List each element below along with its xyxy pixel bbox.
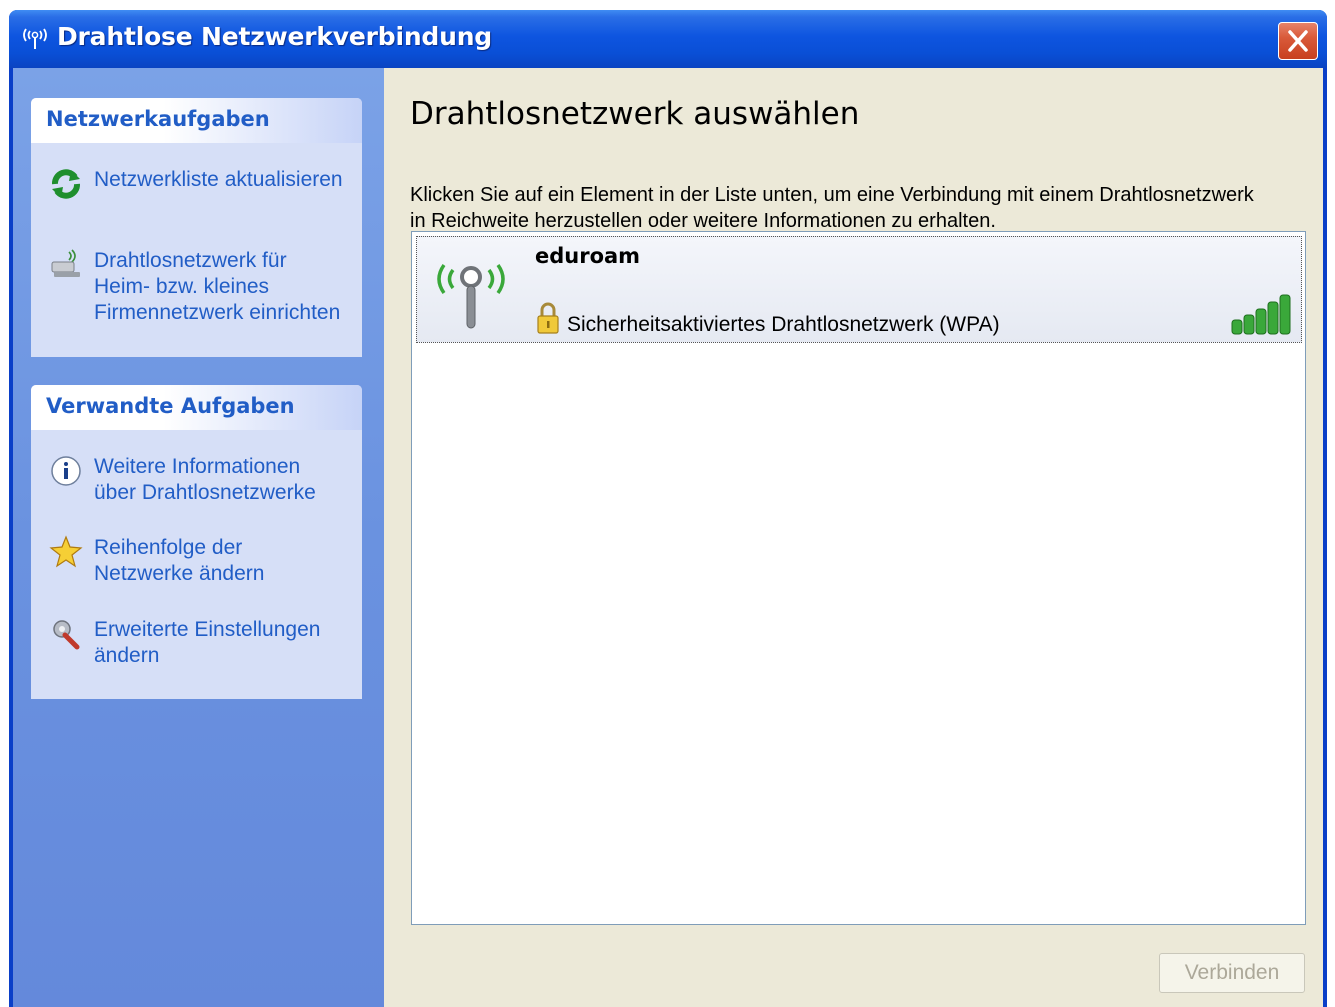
setup-wireless-network-label: Drahtlosnetzwerk für Heim- bzw. kleines … (94, 249, 341, 324)
wireless-network-icon (23, 28, 47, 49)
refresh-network-list-label: Netzwerkliste aktualisieren (94, 168, 343, 191)
close-icon (1288, 30, 1308, 52)
task-sidebar: Netzwerkaufgaben Netzwerkliste aktualisi… (13, 68, 384, 1007)
dialog-window: Drahtlose Netzwerkverbindung Netzwerkauf… (9, 10, 1327, 1007)
page-title: Drahtlosnetzwerk auswählen (410, 96, 860, 132)
wireless-info-label: Weitere Informationen über Drahtlosnetzw… (94, 455, 316, 504)
network-tasks-title: Netzwerkaufgaben (46, 107, 270, 131)
info-icon (51, 456, 81, 486)
refresh-icon (52, 169, 80, 199)
wireless-antenna-icon (437, 263, 505, 329)
network-security-label: Sicherheitsaktiviertes Drahtlosnetzwerk … (567, 313, 1000, 336)
close-button[interactable] (1278, 22, 1318, 60)
instructions-text: Klicken Sie auf ein Element in der Liste… (410, 184, 1254, 232)
connect-button[interactable]: Verbinden (1159, 953, 1305, 993)
network-tasks-header[interactable]: Netzwerkaufgaben (31, 98, 362, 143)
network-tasks-panel: Netzwerkaufgaben Netzwerkliste aktualisi… (31, 98, 362, 357)
related-tasks-title: Verwandte Aufgaben (46, 394, 295, 418)
settings-tools-icon (53, 620, 80, 650)
signal-strength-icon (1231, 294, 1291, 335)
dialog-client-area: Netzwerkaufgaben Netzwerkliste aktualisi… (13, 68, 1323, 1007)
network-list-item[interactable]: eduroam Sicherheitsaktiviertes Drahtlosn… (416, 236, 1302, 343)
lock-icon (537, 302, 559, 334)
related-tasks-header[interactable]: Verwandte Aufgaben (31, 385, 362, 430)
title-bar[interactable]: Drahtlose Netzwerkverbindung (9, 10, 1327, 68)
wireless-setup-icon (51, 249, 80, 277)
advanced-settings-label: Erweiterte Einstellungen ändern (94, 618, 321, 667)
star-icon (49, 535, 83, 568)
network-list[interactable]: eduroam Sicherheitsaktiviertes Drahtlosn… (411, 231, 1306, 925)
window-title: Drahtlose Netzwerkverbindung (57, 22, 493, 51)
change-network-order-label: Reihenfolge der Netzwerke ändern (94, 536, 265, 585)
network-name: eduroam (535, 244, 641, 268)
related-tasks-panel: Verwandte Aufgaben Weitere Informationen… (31, 385, 362, 699)
